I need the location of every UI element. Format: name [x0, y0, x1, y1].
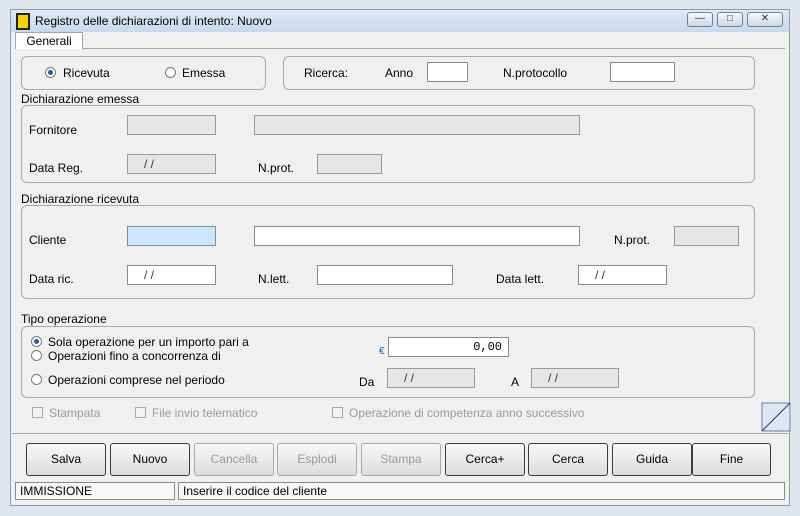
save-button[interactable]: Salva — [26, 443, 106, 476]
recv-date-label: Data ric. — [29, 272, 74, 286]
single-operation-radio[interactable] — [31, 336, 42, 347]
letter-no-input[interactable] — [317, 265, 453, 285]
printed-checkbox[interactable] — [32, 407, 43, 418]
amount-input[interactable]: 0,00 — [388, 337, 509, 357]
operation-section-title: Tipo operazione — [21, 312, 107, 326]
resize-corner-icon — [761, 402, 791, 432]
from-date-input[interactable]: / / — [387, 368, 475, 388]
new-button[interactable]: Nuovo — [110, 443, 190, 476]
window-title: Registro delle dichiarazioni di intento:… — [35, 14, 272, 28]
supplier-code-input[interactable] — [127, 115, 216, 135]
maximize-button[interactable]: □ — [717, 12, 743, 27]
protocol-label: N.protocollo — [503, 66, 568, 80]
period-label: Operazioni comprese nel periodo — [48, 373, 225, 387]
received-radio[interactable] — [45, 67, 56, 78]
reg-date-label: Data Reg. — [29, 161, 84, 175]
from-label: Da — [359, 375, 375, 389]
issued-prot-input[interactable] — [317, 154, 382, 174]
protocol-input[interactable] — [610, 62, 675, 82]
telematic-checkbox[interactable] — [135, 407, 146, 418]
tab-generali[interactable]: Generali — [15, 32, 83, 49]
year-label: Anno — [385, 66, 414, 80]
telematic-label: File invio telematico — [152, 406, 258, 420]
declaration-type-group — [21, 56, 266, 90]
print-button[interactable]: Stampa — [361, 443, 441, 476]
customer-code-input[interactable] — [127, 226, 216, 246]
delete-button[interactable]: Cancella — [194, 443, 274, 476]
up-to-radio[interactable] — [31, 350, 42, 361]
letter-date-input[interactable]: / / — [578, 265, 667, 285]
letter-date-label: Data lett. — [496, 272, 545, 286]
exit-button[interactable]: Fine — [692, 443, 771, 476]
search-label: Ricerca: — [304, 66, 349, 80]
single-operation-label: Sola operazione per un importo pari a — [48, 335, 249, 349]
supplier-label: Fornitore — [29, 123, 78, 137]
issued-section-title: Dichiarazione emessa — [21, 92, 140, 106]
close-button[interactable]: ✕ — [747, 12, 783, 27]
customer-name-input[interactable] — [254, 226, 580, 246]
year-input[interactable] — [427, 62, 468, 82]
issued-prot-label: N.prot. — [258, 161, 295, 175]
issued-radio-label: Emessa — [182, 66, 226, 80]
search-plus-button[interactable]: Cerca+ — [445, 443, 525, 476]
supplier-name-input[interactable] — [254, 115, 580, 135]
status-message: Inserire il codice del cliente — [178, 482, 785, 500]
tab-divider — [83, 48, 785, 49]
printed-label: Stampata — [49, 406, 101, 420]
issued-radio[interactable] — [165, 67, 176, 78]
received-radio-label: Ricevuta — [63, 66, 110, 80]
received-prot-label: N.prot. — [614, 233, 651, 247]
reg-date-input[interactable]: / / — [127, 154, 216, 174]
button-bar-divider — [12, 433, 788, 434]
next-year-label: Operazione di competenza anno successivo — [349, 406, 585, 420]
to-date-input[interactable]: / / — [531, 368, 619, 388]
received-section-title: Dichiarazione ricevuta — [21, 192, 140, 206]
status-mode: IMMISSIONE — [15, 482, 175, 500]
help-button[interactable]: Guida — [612, 443, 692, 476]
up-to-label: Operazioni fino a concorrenza di — [48, 349, 221, 363]
period-radio[interactable] — [31, 374, 42, 385]
letter-no-label: N.lett. — [258, 272, 290, 286]
next-year-checkbox[interactable] — [332, 407, 343, 418]
search-button[interactable]: Cerca — [528, 443, 608, 476]
app-icon — [16, 13, 30, 30]
to-label: A — [511, 375, 520, 389]
customer-label: Cliente — [29, 233, 67, 247]
minimize-button[interactable]: — — [687, 12, 713, 27]
explode-button[interactable]: Esplodi — [277, 443, 357, 476]
euro-icon: € — [379, 346, 385, 357]
received-prot-input[interactable] — [674, 226, 739, 246]
recv-date-input[interactable]: / / — [127, 265, 216, 285]
